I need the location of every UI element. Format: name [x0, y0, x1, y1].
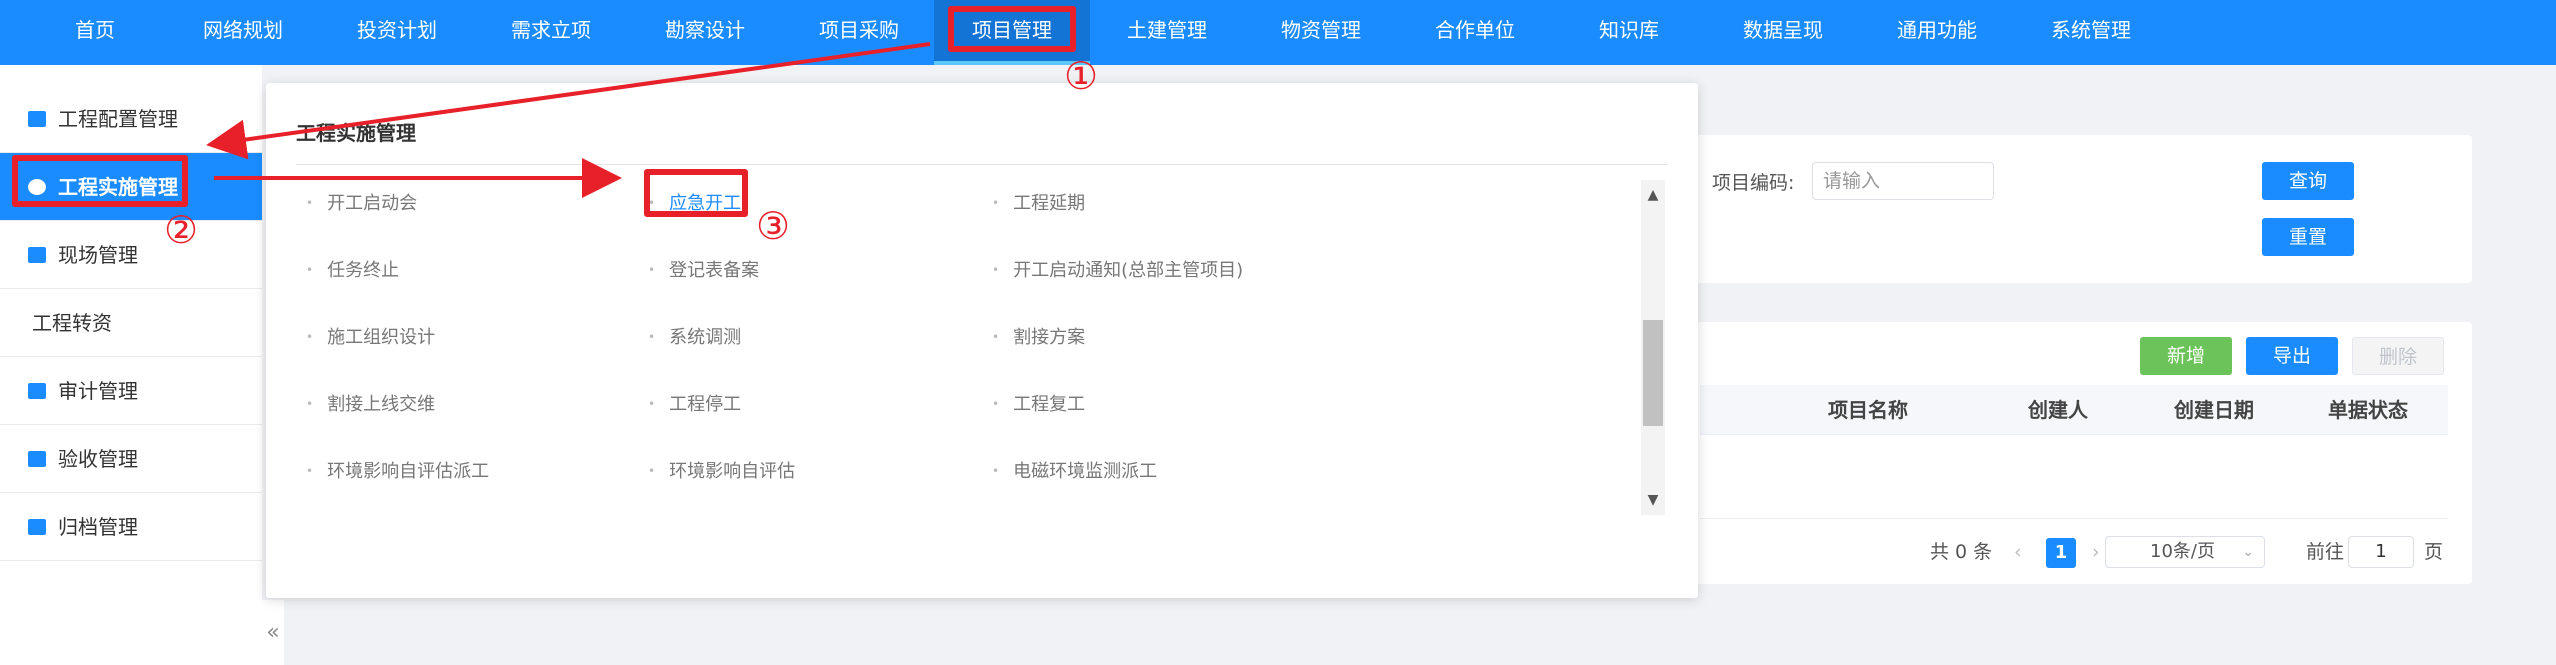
annotation-arrows	[206, 42, 931, 198]
arrow-step1-to-step2	[206, 42, 931, 160]
